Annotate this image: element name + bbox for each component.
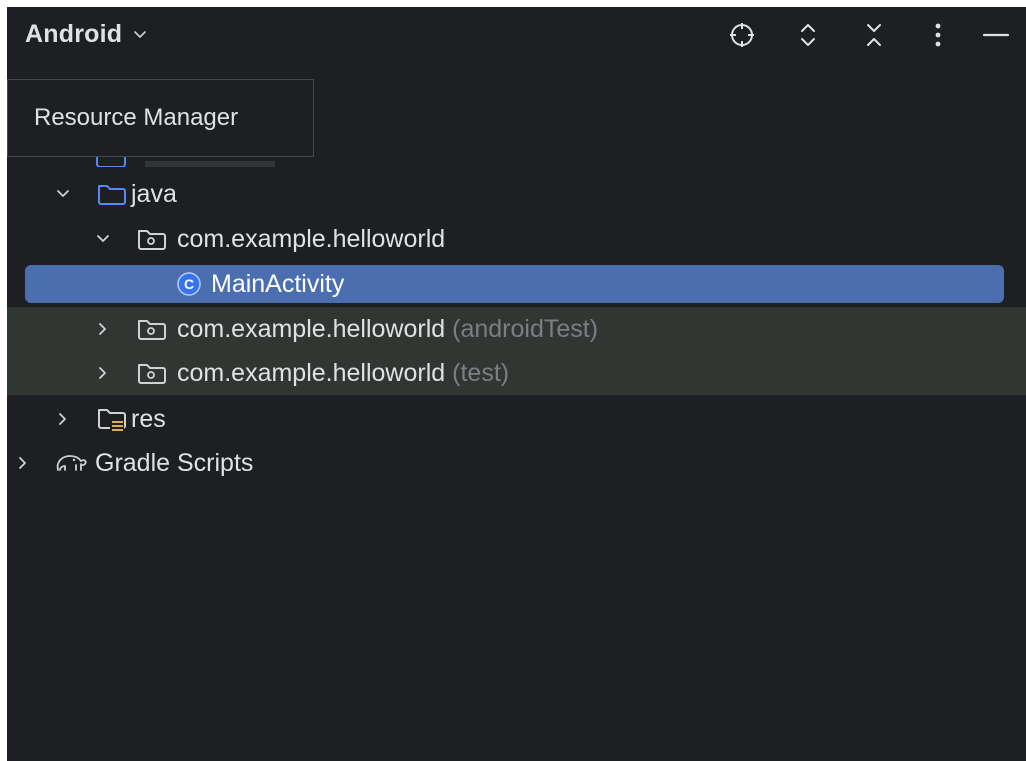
view-selector-dropdown[interactable]: Android	[25, 17, 148, 51]
tree-row-package-test[interactable]: com.example.helloworld (test)	[7, 351, 1026, 395]
resource-folder-icon	[95, 405, 127, 433]
gradle-elephant-icon	[51, 449, 91, 477]
chevron-right-icon[interactable]	[93, 319, 113, 339]
minimize-icon[interactable]	[980, 19, 1012, 51]
resource-manager-tooltip: Resource Manager	[7, 79, 314, 157]
tree-row-package-android-test[interactable]: com.example.helloworld (androidTest)	[7, 307, 1026, 351]
package-icon	[135, 359, 167, 387]
tree-row-res[interactable]: res	[7, 397, 1026, 441]
package-name: com.example.helloworld	[177, 314, 446, 343]
chevron-down-icon	[132, 26, 148, 42]
tree-label-main-activity: MainActivity	[211, 269, 345, 298]
project-tool-window: Android Resource Manager java com.exampl…	[7, 7, 1026, 761]
class-badge-letter: C	[184, 276, 194, 292]
tool-window-header: Android	[7, 7, 1026, 63]
package-name: com.example.helloworld	[177, 358, 446, 387]
chevron-right-icon[interactable]	[53, 409, 73, 429]
chevron-down-icon[interactable]	[53, 184, 73, 204]
selection-highlight	[25, 265, 1004, 303]
chevron-right-icon[interactable]	[93, 363, 113, 383]
view-title: Android	[25, 19, 123, 48]
locate-icon[interactable]	[726, 19, 758, 51]
tree-label-package-main: com.example.helloworld	[177, 224, 446, 253]
expand-all-icon[interactable]	[792, 19, 824, 51]
more-options-icon[interactable]	[922, 19, 954, 51]
tree-label-java: java	[131, 179, 177, 208]
class-icon: C	[175, 270, 203, 298]
chevron-down-icon[interactable]	[93, 229, 113, 249]
tree-row-java[interactable]: java	[7, 172, 1026, 216]
tree-label-package-android-test: com.example.helloworld (androidTest)	[177, 315, 598, 344]
tree-label-package-test: com.example.helloworld (test)	[177, 359, 509, 388]
package-icon	[135, 225, 167, 253]
chevron-right-icon[interactable]	[13, 453, 33, 473]
tree-row-gradle-scripts[interactable]: Gradle Scripts	[7, 441, 1026, 485]
source-set-qualifier: (androidTest)	[452, 314, 599, 343]
source-set-qualifier: (test)	[452, 358, 510, 387]
tree-label-gradle-scripts: Gradle Scripts	[95, 448, 254, 477]
tree-row-main-activity[interactable]: C MainActivity	[7, 262, 1026, 306]
tree-row-package-main[interactable]: com.example.helloworld	[7, 217, 1026, 261]
tooltip-text: Resource Manager	[34, 104, 239, 131]
folder-icon	[95, 180, 127, 208]
package-icon	[135, 315, 167, 343]
tree-label-res: res	[131, 404, 166, 433]
collapse-all-icon[interactable]	[858, 19, 890, 51]
